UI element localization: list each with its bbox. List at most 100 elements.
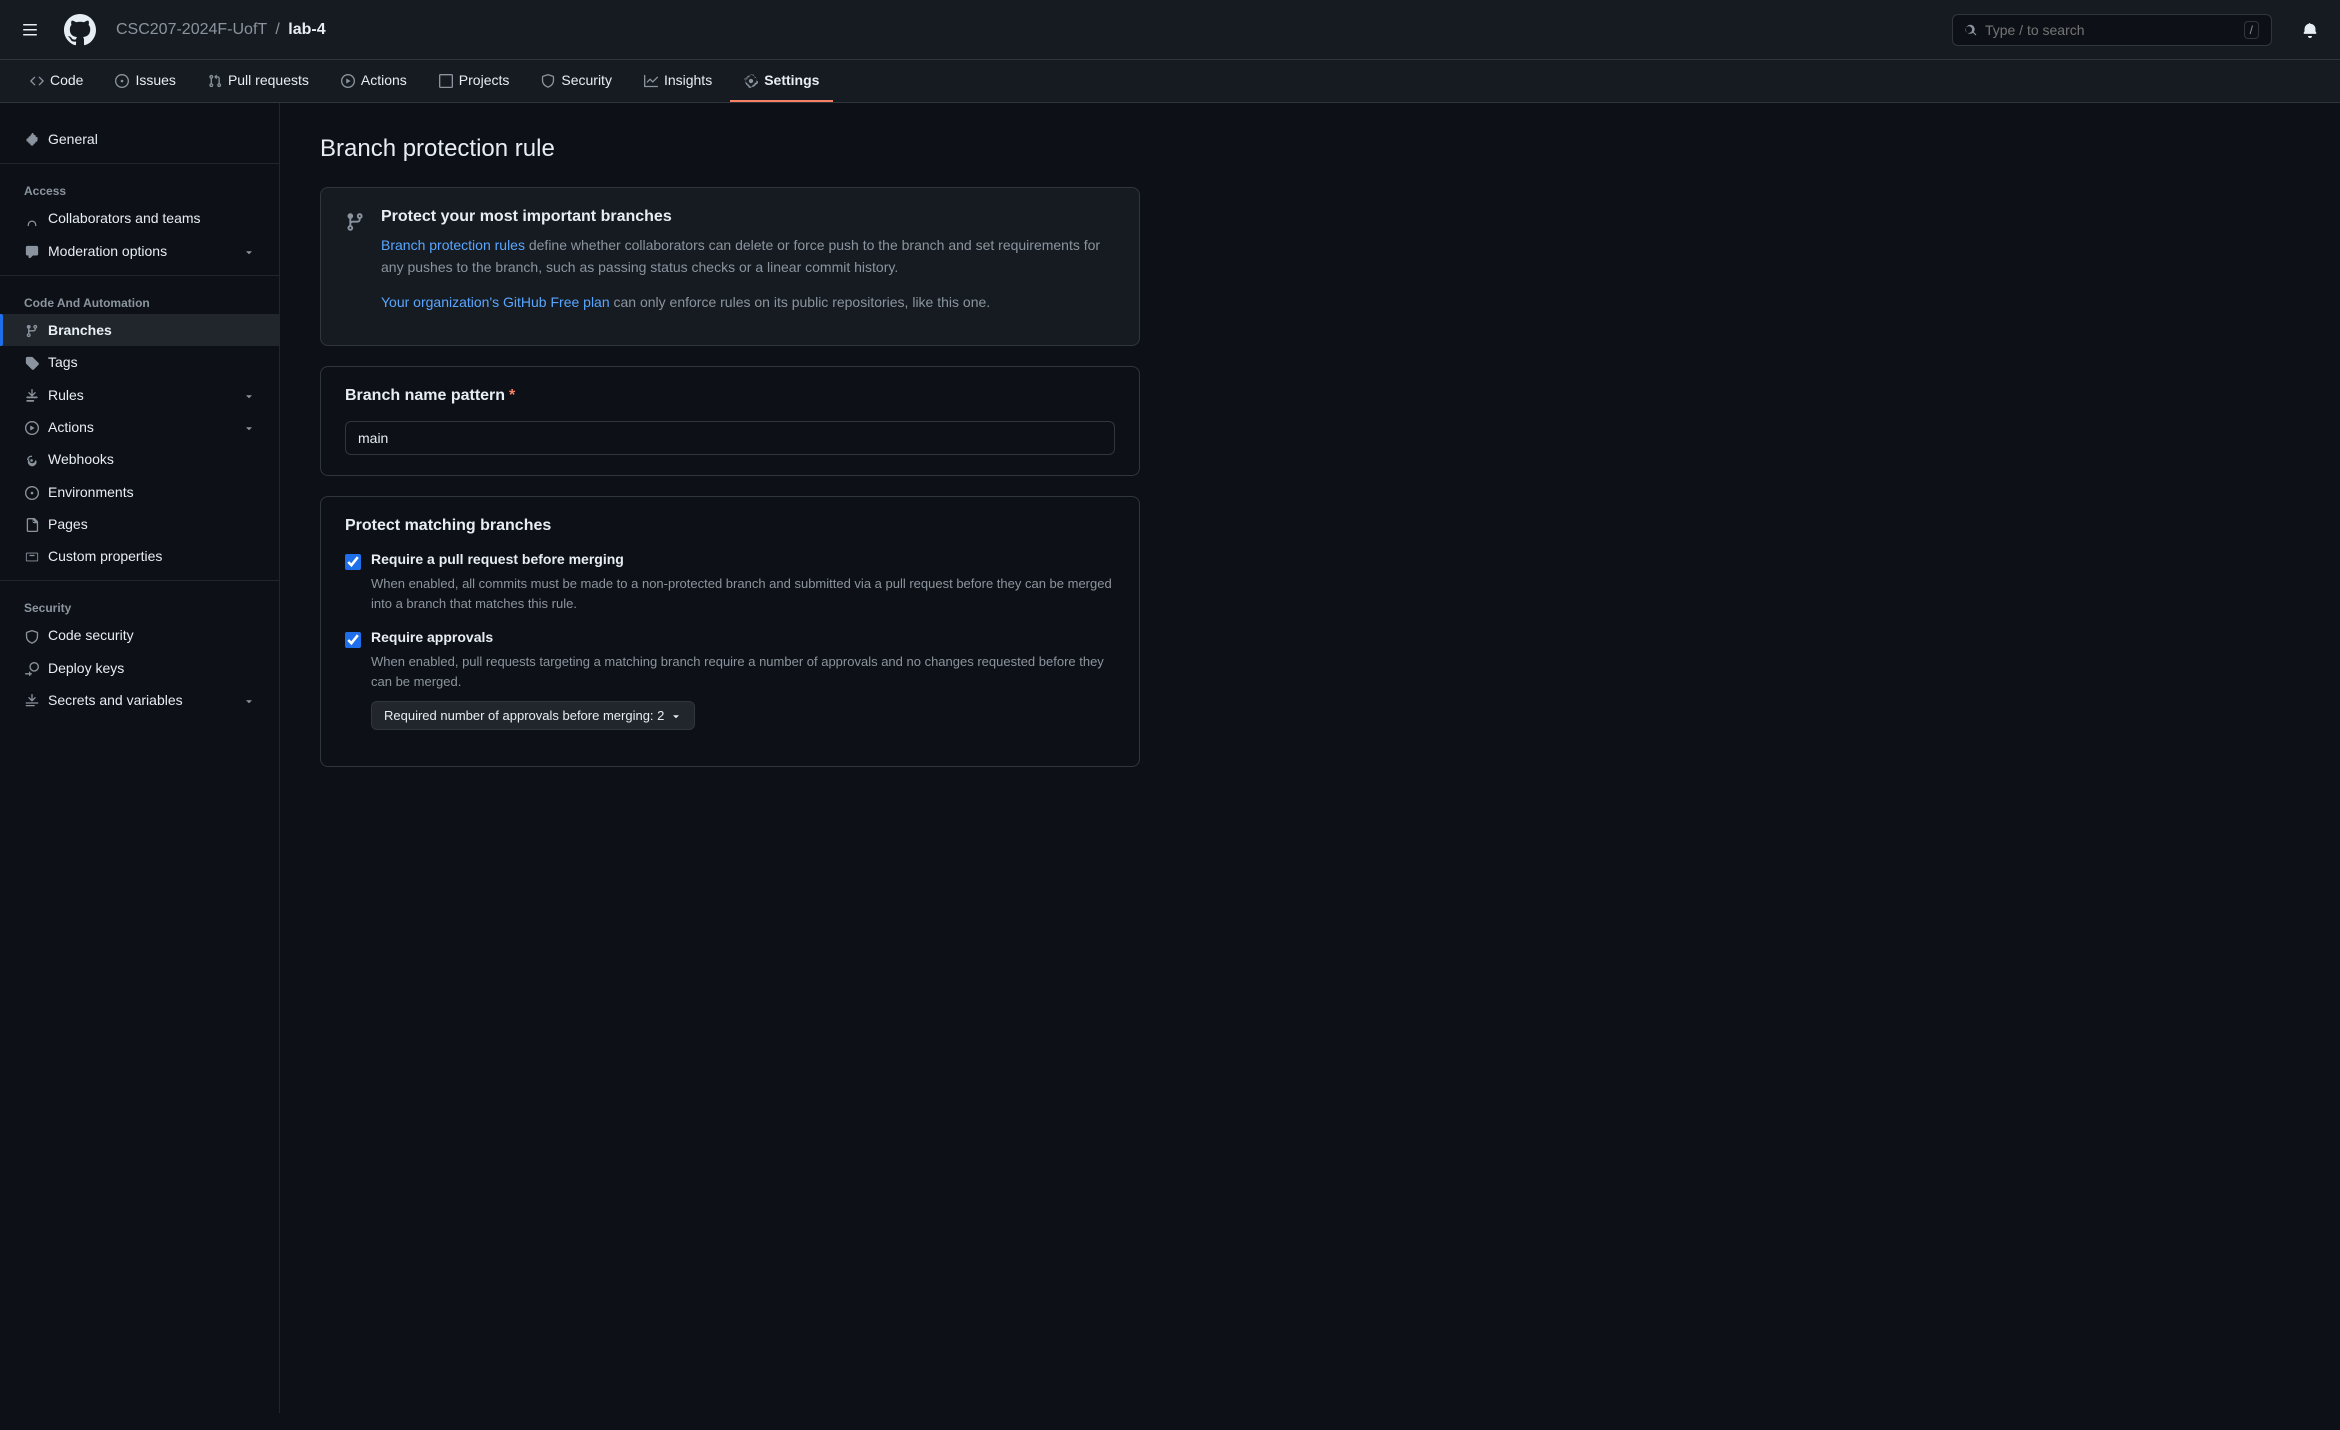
sidebar-item-deploy-keys[interactable]: Deploy keys	[0, 652, 279, 684]
nav-tab-security[interactable]: Security	[527, 60, 626, 102]
comment-icon	[24, 243, 40, 259]
sidebar-item-actions-menu[interactable]: Actions	[0, 411, 279, 443]
sidebar-item-general[interactable]: General	[0, 123, 279, 155]
rules-chevron	[243, 387, 255, 403]
sidebar-item-environments[interactable]: Environments	[0, 475, 279, 507]
sidebar-moderation-label: Moderation options	[48, 243, 167, 259]
nav-tab-security-label: Security	[561, 72, 612, 88]
info-box-body: Protect your most important branches Bra…	[381, 208, 1115, 313]
repo-name[interactable]: lab-4	[288, 21, 325, 38]
sidebar-code-security-label: Code security	[48, 627, 134, 643]
github-logo	[64, 14, 96, 46]
sidebar-item-secrets[interactable]: Secrets and variables	[0, 684, 279, 716]
sidebar-pages-label: Pages	[48, 516, 88, 532]
require-approvals-label[interactable]: Require approvals	[345, 629, 1115, 648]
page-title: Branch protection rule	[320, 135, 1140, 163]
sidebar-item-tags[interactable]: Tags	[0, 346, 279, 378]
sidebar-item-webhooks[interactable]: Webhooks	[0, 443, 279, 475]
main-content: Branch protection rule Protect your most…	[280, 103, 1180, 1413]
sidebar-section-access: Access	[0, 172, 279, 202]
sidebar-item-moderation[interactable]: Moderation options	[0, 235, 279, 267]
info-box-title: Protect your most important branches	[381, 208, 1115, 226]
shield-icon	[24, 627, 40, 643]
require-approvals-checkbox[interactable]	[345, 632, 361, 648]
sidebar-general-label: General	[48, 131, 98, 147]
sidebar-section-security: Security	[0, 589, 279, 619]
sidebar-branches-label: Branches	[48, 322, 112, 338]
nav-tab-code[interactable]: Code	[16, 60, 97, 102]
branch-icon	[24, 322, 40, 338]
sidebar: General Access Collaborators and teams M…	[0, 103, 280, 1413]
org-name[interactable]: CSC207-2024F-UofT	[116, 21, 267, 38]
github-free-plan-link[interactable]: Your organization's GitHub Free plan	[381, 294, 610, 310]
nav-tab-prs-label: Pull requests	[228, 72, 309, 88]
projects-icon	[439, 72, 453, 88]
secrets-chevron	[243, 692, 255, 708]
sidebar-item-custom-properties[interactable]: Custom properties	[0, 540, 279, 572]
branch-pattern-section: Branch name pattern*	[320, 366, 1140, 476]
search-bar: /	[1952, 14, 2272, 46]
search-input[interactable]	[1985, 22, 2236, 38]
sidebar-item-pages[interactable]: Pages	[0, 508, 279, 540]
sidebar-collaborators-label: Collaborators and teams	[48, 210, 201, 226]
dropdown-chevron-icon	[670, 710, 682, 722]
nav-tab-projects-label: Projects	[459, 72, 510, 88]
path-separator: /	[275, 21, 279, 38]
nav-tab-actions[interactable]: Actions	[327, 60, 421, 102]
nav-tab-issues-label: Issues	[135, 72, 175, 88]
search-shortcut: /	[2244, 21, 2259, 39]
actions-icon	[341, 72, 355, 88]
nav-tab-insights-label: Insights	[664, 72, 712, 88]
branch-protection-rules-link[interactable]: Branch protection rules	[381, 237, 525, 253]
sidebar-rules-label: Rules	[48, 387, 84, 403]
sidebar-deploy-keys-label: Deploy keys	[48, 660, 124, 676]
actions-menu-icon	[24, 419, 40, 435]
gear-icon	[24, 131, 40, 147]
nav-tab-code-label: Code	[50, 72, 83, 88]
nav-tab-insights[interactable]: Insights	[630, 60, 726, 102]
branch-name-input[interactable]	[345, 421, 1115, 455]
require-pr-checkbox-item: Require a pull request before merging Wh…	[345, 551, 1115, 613]
pages-icon	[24, 516, 40, 532]
sidebar-item-rules[interactable]: Rules	[0, 378, 279, 410]
insights-icon	[644, 72, 658, 88]
environments-icon	[24, 483, 40, 499]
webhook-icon	[24, 451, 40, 467]
sidebar-item-branches[interactable]: Branches	[0, 314, 279, 346]
page-layout: General Access Collaborators and teams M…	[0, 103, 2340, 1413]
info-box-description: Branch protection rules define whether c…	[381, 234, 1115, 279]
top-nav: CSC207-2024F-UofT / lab-4 /	[0, 0, 2340, 60]
pr-icon	[208, 72, 222, 88]
key-icon	[24, 660, 40, 676]
require-pr-text: Require a pull request before merging	[371, 551, 624, 567]
sidebar-item-collaborators[interactable]: Collaborators and teams	[0, 202, 279, 234]
nav-tab-settings[interactable]: Settings	[730, 60, 833, 102]
info-box-note-text: can only enforce rules on its public rep…	[610, 294, 991, 310]
require-pr-desc: When enabled, all commits must be made t…	[371, 574, 1115, 613]
code-icon	[30, 72, 44, 88]
sidebar-item-code-security[interactable]: Code security	[0, 619, 279, 651]
rules-icon	[24, 386, 40, 402]
require-pr-checkbox[interactable]	[345, 554, 361, 570]
person-icon	[24, 210, 40, 226]
required-indicator: *	[509, 387, 515, 404]
hamburger-button[interactable]	[16, 16, 44, 44]
approvals-count-dropdown[interactable]: Required number of approvals before merg…	[371, 701, 695, 730]
settings-tab-icon	[744, 72, 758, 88]
nav-tab-settings-label: Settings	[764, 72, 819, 88]
info-box-header: Protect your most important branches Bra…	[345, 208, 1115, 313]
branch-pattern-label: Branch name pattern*	[345, 387, 1115, 405]
sidebar-tags-label: Tags	[48, 354, 78, 370]
info-box: Protect your most important branches Bra…	[320, 187, 1140, 346]
require-pr-label[interactable]: Require a pull request before merging	[345, 551, 1115, 570]
approvals-count-label: Required number of approvals before merg…	[384, 708, 664, 723]
nav-tab-prs[interactable]: Pull requests	[194, 60, 323, 102]
sidebar-secrets-label: Secrets and variables	[48, 692, 183, 708]
nav-tab-projects[interactable]: Projects	[425, 60, 524, 102]
branch-protection-icon	[345, 210, 365, 233]
sidebar-webhooks-label: Webhooks	[48, 451, 114, 467]
require-approvals-text: Require approvals	[371, 629, 493, 645]
notifications-button[interactable]	[2296, 15, 2324, 43]
nav-tab-issues[interactable]: Issues	[101, 60, 189, 102]
top-nav-actions	[2296, 15, 2324, 43]
